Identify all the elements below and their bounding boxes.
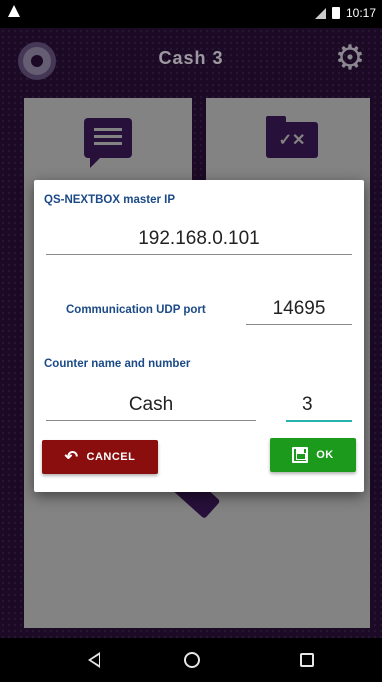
back-icon[interactable] — [88, 652, 100, 668]
recent-apps-icon[interactable] — [300, 653, 314, 667]
cancel-button[interactable]: ↶ CANCEL — [42, 440, 158, 474]
undo-icon: ↶ — [64, 449, 79, 466]
master-ip-field[interactable]: 192.168.0.101 — [46, 228, 352, 255]
settings-dialog: QS-NEXTBOX master IP 192.168.0.101 Commu… — [34, 180, 364, 492]
status-bar: 10:17 — [0, 0, 382, 28]
save-icon — [292, 447, 309, 463]
status-icons: 10:17 — [314, 6, 376, 20]
udp-port-label: Communication UDP port — [66, 304, 206, 316]
master-ip-label: QS-NEXTBOX master IP — [44, 194, 176, 206]
warning-icon — [8, 5, 20, 17]
counter-number-field[interactable]: 3 — [286, 394, 352, 422]
cancel-button-label: CANCEL — [86, 451, 136, 463]
ok-button[interactable]: OK — [270, 438, 356, 472]
signal-icon — [314, 7, 326, 19]
udp-port-field[interactable]: 14695 — [246, 298, 352, 325]
ok-button-label: OK — [316, 449, 334, 461]
battery-icon — [331, 7, 340, 19]
counter-label: Counter name and number — [44, 358, 191, 370]
system-nav-bar — [0, 638, 382, 682]
home-icon[interactable] — [184, 652, 200, 668]
status-time: 10:17 — [345, 6, 376, 20]
counter-name-field[interactable]: Cash — [46, 394, 256, 421]
